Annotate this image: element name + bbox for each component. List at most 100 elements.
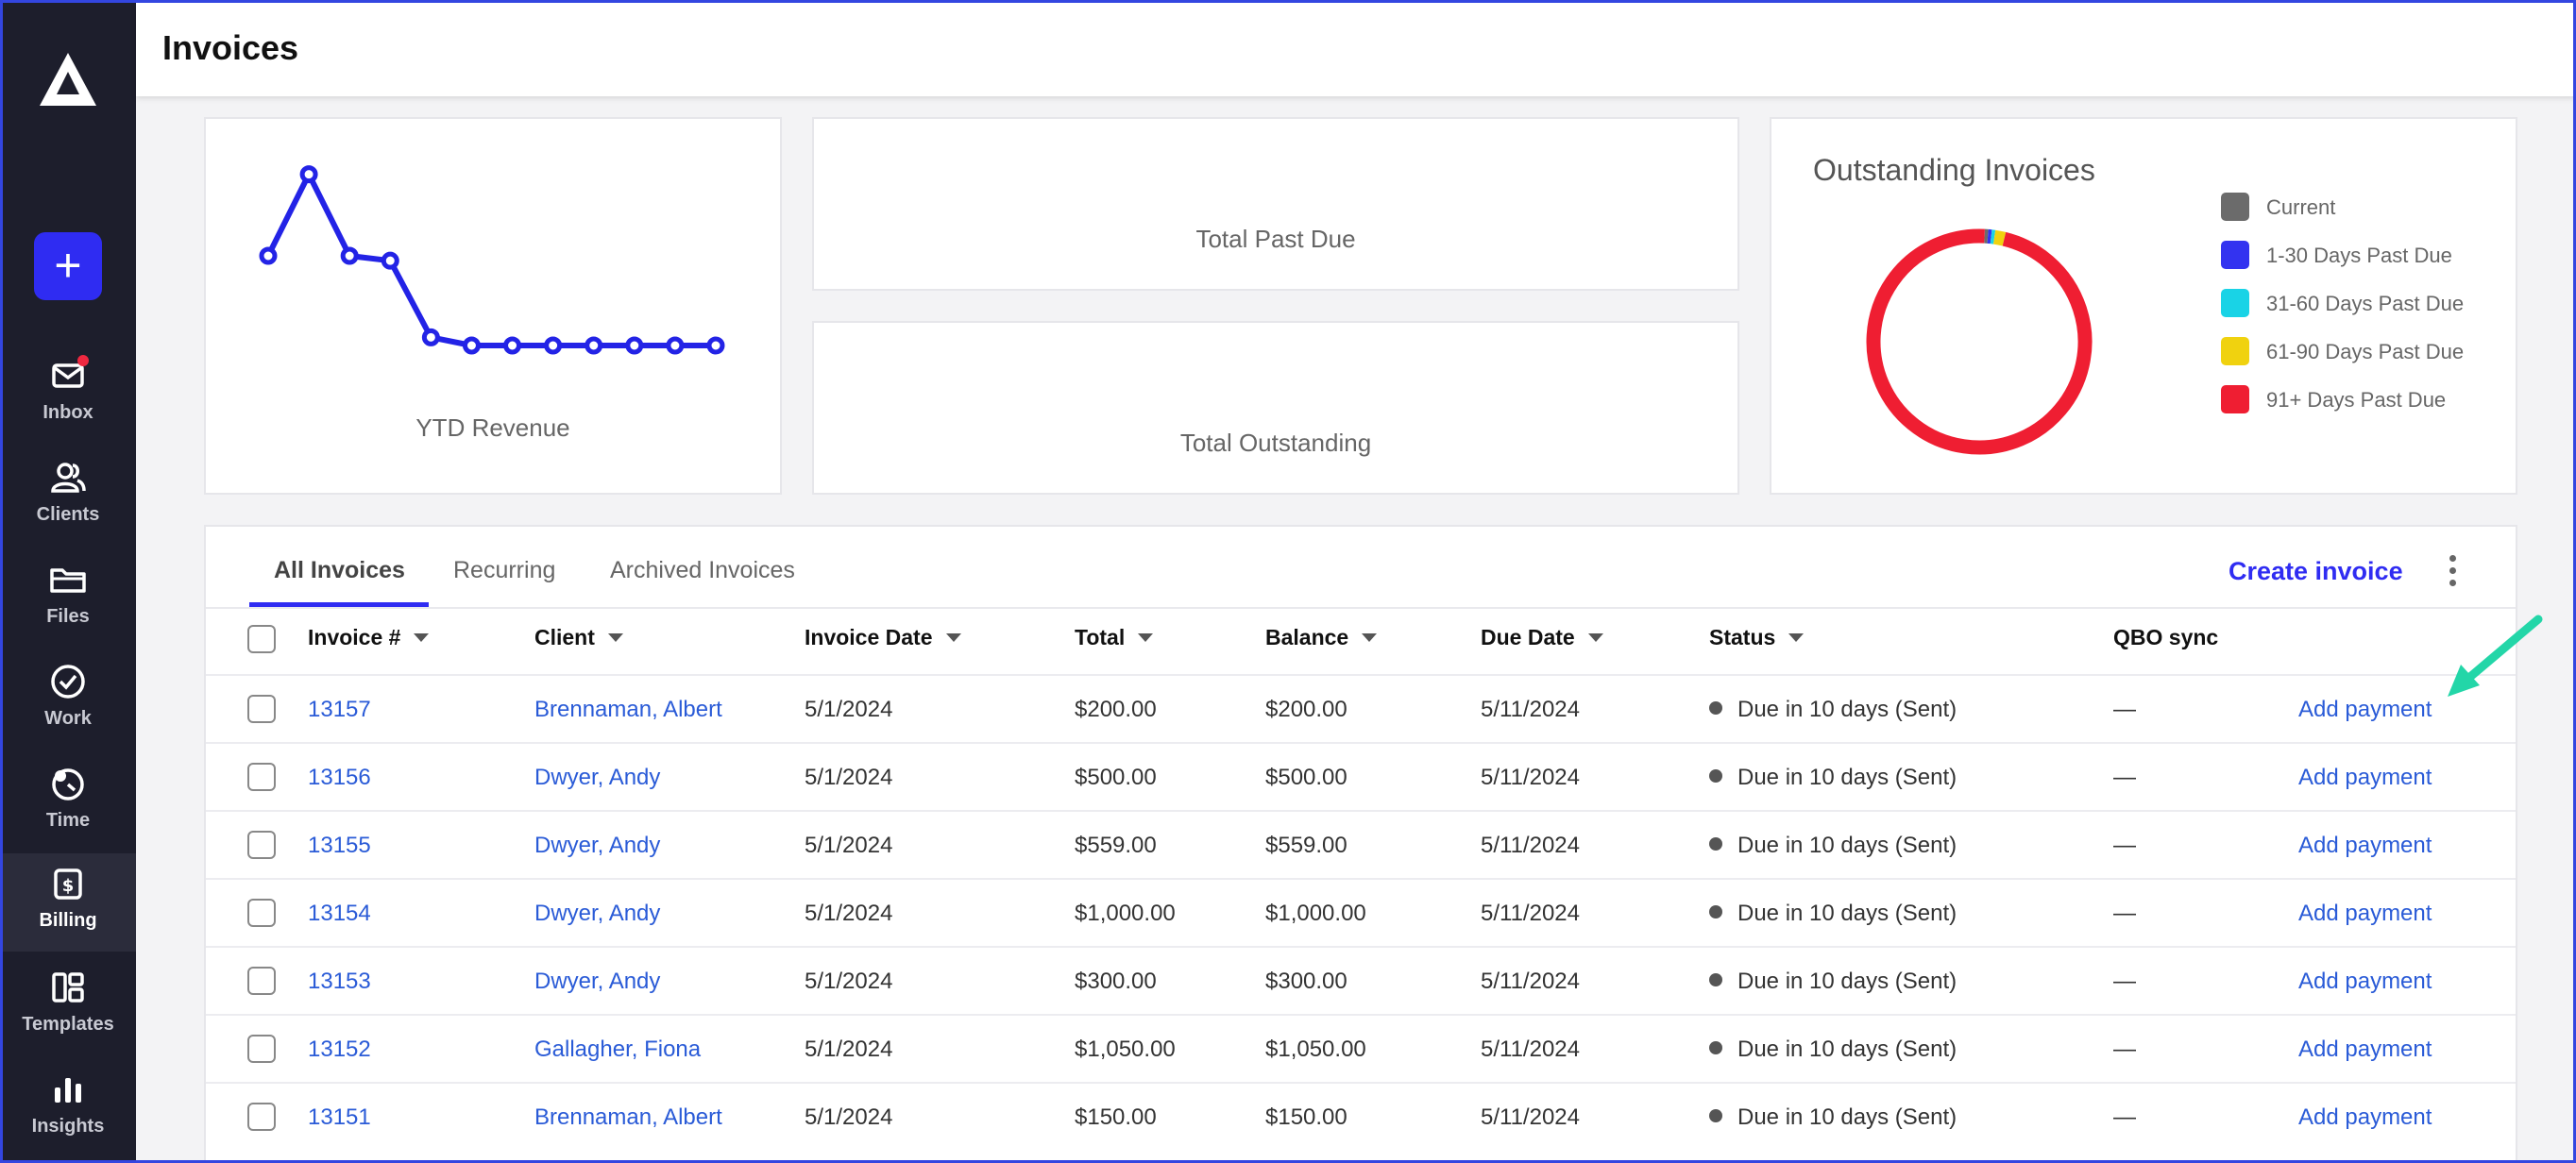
add-payment-link[interactable]: Add payment xyxy=(2298,901,2432,927)
invoices-panel: All Invoices Recurring Archived Invoices… xyxy=(204,525,2517,1163)
ytd-revenue-card[interactable]: YTD Revenue xyxy=(204,117,782,495)
client-link[interactable]: Brennaman, Albert xyxy=(534,1104,722,1131)
add-payment-link[interactable]: Add payment xyxy=(2298,765,2432,791)
templates-icon xyxy=(52,972,84,1003)
sidebar: + Inbox Clients Files Work Time $ Billin… xyxy=(0,0,136,1163)
table-row[interactable]: 13153 Dwyer, Andy 5/1/2024 $300.00 $300.… xyxy=(206,946,2516,1014)
sidebar-item-time[interactable]: Time xyxy=(0,753,136,851)
row-checkbox[interactable] xyxy=(247,1103,276,1131)
add-payment-link[interactable]: Add payment xyxy=(2298,1037,2432,1063)
table-row[interactable]: 13152 Gallagher, Fiona 5/1/2024 $1,050.0… xyxy=(206,1014,2516,1082)
sidebar-item-templates[interactable]: Templates xyxy=(0,957,136,1055)
status-text: Due in 10 days (Sent) xyxy=(1709,697,1957,723)
row-checkbox[interactable] xyxy=(247,831,276,859)
invoice-number-link[interactable]: 13156 xyxy=(308,765,371,791)
donut-slice[interactable] xyxy=(1992,229,2007,246)
add-payment-link[interactable]: Add payment xyxy=(2298,833,2432,859)
total-past-due-card[interactable]: Total Past Due xyxy=(812,117,1739,291)
add-payment-link[interactable]: Add payment xyxy=(2298,1104,2432,1131)
due-date: 5/11/2024 xyxy=(1481,833,1580,858)
select-all-checkbox[interactable] xyxy=(247,625,276,653)
more-options-icon[interactable] xyxy=(2446,555,2459,587)
invoice-number-link[interactable]: 13155 xyxy=(308,833,371,859)
row-checkbox[interactable] xyxy=(247,1035,276,1063)
legend-label: 91+ Days Past Due xyxy=(2266,388,2447,412)
sidebar-item-label: Billing xyxy=(39,910,97,931)
sort-caret-icon xyxy=(607,633,623,642)
client-link[interactable]: Dwyer, Andy xyxy=(534,901,660,927)
client-link[interactable]: Dwyer, Andy xyxy=(534,833,660,859)
sidebar-item-work[interactable]: Work xyxy=(0,651,136,750)
ytd-revenue-point[interactable] xyxy=(259,246,278,265)
ytd-revenue-point[interactable] xyxy=(299,165,318,184)
column-header-client[interactable]: Client xyxy=(534,625,623,650)
outstanding-invoices-card[interactable]: Outstanding Invoices Current 1-30 Days Pa… xyxy=(1770,117,2517,495)
invoice-number-link[interactable]: 13157 xyxy=(308,697,371,723)
invoice-total: $200.00 xyxy=(1075,697,1157,722)
column-header-status[interactable]: Status xyxy=(1709,625,1805,650)
column-header-balance[interactable]: Balance xyxy=(1265,625,1378,650)
add-payment-link[interactable]: Add payment xyxy=(2298,969,2432,995)
table-row[interactable]: 13151 Brennaman, Albert 5/1/2024 $150.00… xyxy=(206,1082,2516,1150)
create-invoice-button[interactable]: Create invoice xyxy=(2229,557,2403,586)
ytd-revenue-point[interactable] xyxy=(381,251,399,270)
donut-legend: Current 1-30 Days Past Due 31-60 Days Past… xyxy=(2221,193,2504,438)
active-tab-indicator xyxy=(249,602,429,607)
sidebar-item-label: Templates xyxy=(22,1014,114,1035)
ytd-revenue-point[interactable] xyxy=(544,336,563,355)
users-icon xyxy=(51,463,86,493)
table-row[interactable]: 13155 Dwyer, Andy 5/1/2024 $559.00 $559.… xyxy=(206,810,2516,878)
table-row[interactable]: 13157 Brennaman, Albert 5/1/2024 $200.00… xyxy=(206,674,2516,742)
sort-caret-icon xyxy=(1362,633,1378,642)
status-text: Due in 10 days (Sent) xyxy=(1709,765,1957,791)
page-header: Invoices xyxy=(136,0,2576,96)
add-payment-link[interactable]: Add payment xyxy=(2298,697,2432,723)
ytd-revenue-point[interactable] xyxy=(706,336,725,355)
client-link[interactable]: Gallagher, Fiona xyxy=(534,1037,701,1063)
invoice-number-link[interactable]: 13154 xyxy=(308,901,371,927)
total-outstanding-card[interactable]: Total Outstanding xyxy=(812,321,1739,495)
ytd-revenue-point[interactable] xyxy=(625,336,644,355)
column-header-due-date[interactable]: Due Date xyxy=(1481,625,1603,650)
table-row[interactable]: 13156 Dwyer, Andy 5/1/2024 $500.00 $500.… xyxy=(206,742,2516,810)
ytd-revenue-point[interactable] xyxy=(503,336,522,355)
sort-caret-icon xyxy=(1587,633,1603,642)
outstanding-donut-chart xyxy=(1866,228,2093,455)
client-link[interactable]: Brennaman, Albert xyxy=(534,697,722,723)
due-date: 5/11/2024 xyxy=(1481,765,1580,790)
ytd-revenue-point[interactable] xyxy=(462,336,481,355)
column-header-invoice-date[interactable]: Invoice Date xyxy=(805,625,961,650)
sidebar-item-billing[interactable]: $ Billing xyxy=(0,853,136,952)
tab-recurring[interactable]: Recurring xyxy=(453,557,555,584)
sort-caret-icon xyxy=(1788,633,1805,642)
row-checkbox[interactable] xyxy=(247,695,276,723)
tab-archived-invoices[interactable]: Archived Invoices xyxy=(610,557,795,584)
qbo-sync-value: — xyxy=(2113,833,2136,858)
ytd-revenue-point[interactable] xyxy=(421,328,440,346)
client-link[interactable]: Dwyer, Andy xyxy=(534,969,660,995)
table-row[interactable]: 13154 Dwyer, Andy 5/1/2024 $1,000.00 $1,… xyxy=(206,878,2516,946)
client-link[interactable]: Dwyer, Andy xyxy=(534,765,660,791)
ytd-revenue-point[interactable] xyxy=(340,246,359,265)
row-checkbox[interactable] xyxy=(247,763,276,791)
row-checkbox[interactable] xyxy=(247,967,276,995)
column-header-total[interactable]: Total xyxy=(1075,625,1154,650)
due-date: 5/11/2024 xyxy=(1481,697,1580,722)
invoice-number-link[interactable]: 13153 xyxy=(308,969,371,995)
tab-all-invoices[interactable]: All Invoices xyxy=(274,557,405,584)
column-header-invoice[interactable]: Invoice # xyxy=(308,625,430,650)
ytd-revenue-line xyxy=(265,171,716,348)
invoice-number-link[interactable]: 13152 xyxy=(308,1037,371,1063)
sidebar-item-inbox[interactable]: Inbox xyxy=(0,346,136,444)
add-button[interactable]: + xyxy=(34,232,102,300)
donut-slice[interactable] xyxy=(1866,228,2093,455)
ytd-revenue-point[interactable] xyxy=(585,336,603,355)
app-logo[interactable] xyxy=(36,49,100,110)
row-checkbox[interactable] xyxy=(247,899,276,927)
ytd-revenue-point[interactable] xyxy=(666,336,685,355)
sidebar-item-files[interactable]: Files xyxy=(0,549,136,648)
sidebar-item-clients[interactable]: Clients xyxy=(0,447,136,546)
legend-swatch xyxy=(2221,385,2249,413)
invoice-number-link[interactable]: 13151 xyxy=(308,1104,371,1131)
sidebar-item-insights[interactable]: Insights xyxy=(0,1059,136,1157)
